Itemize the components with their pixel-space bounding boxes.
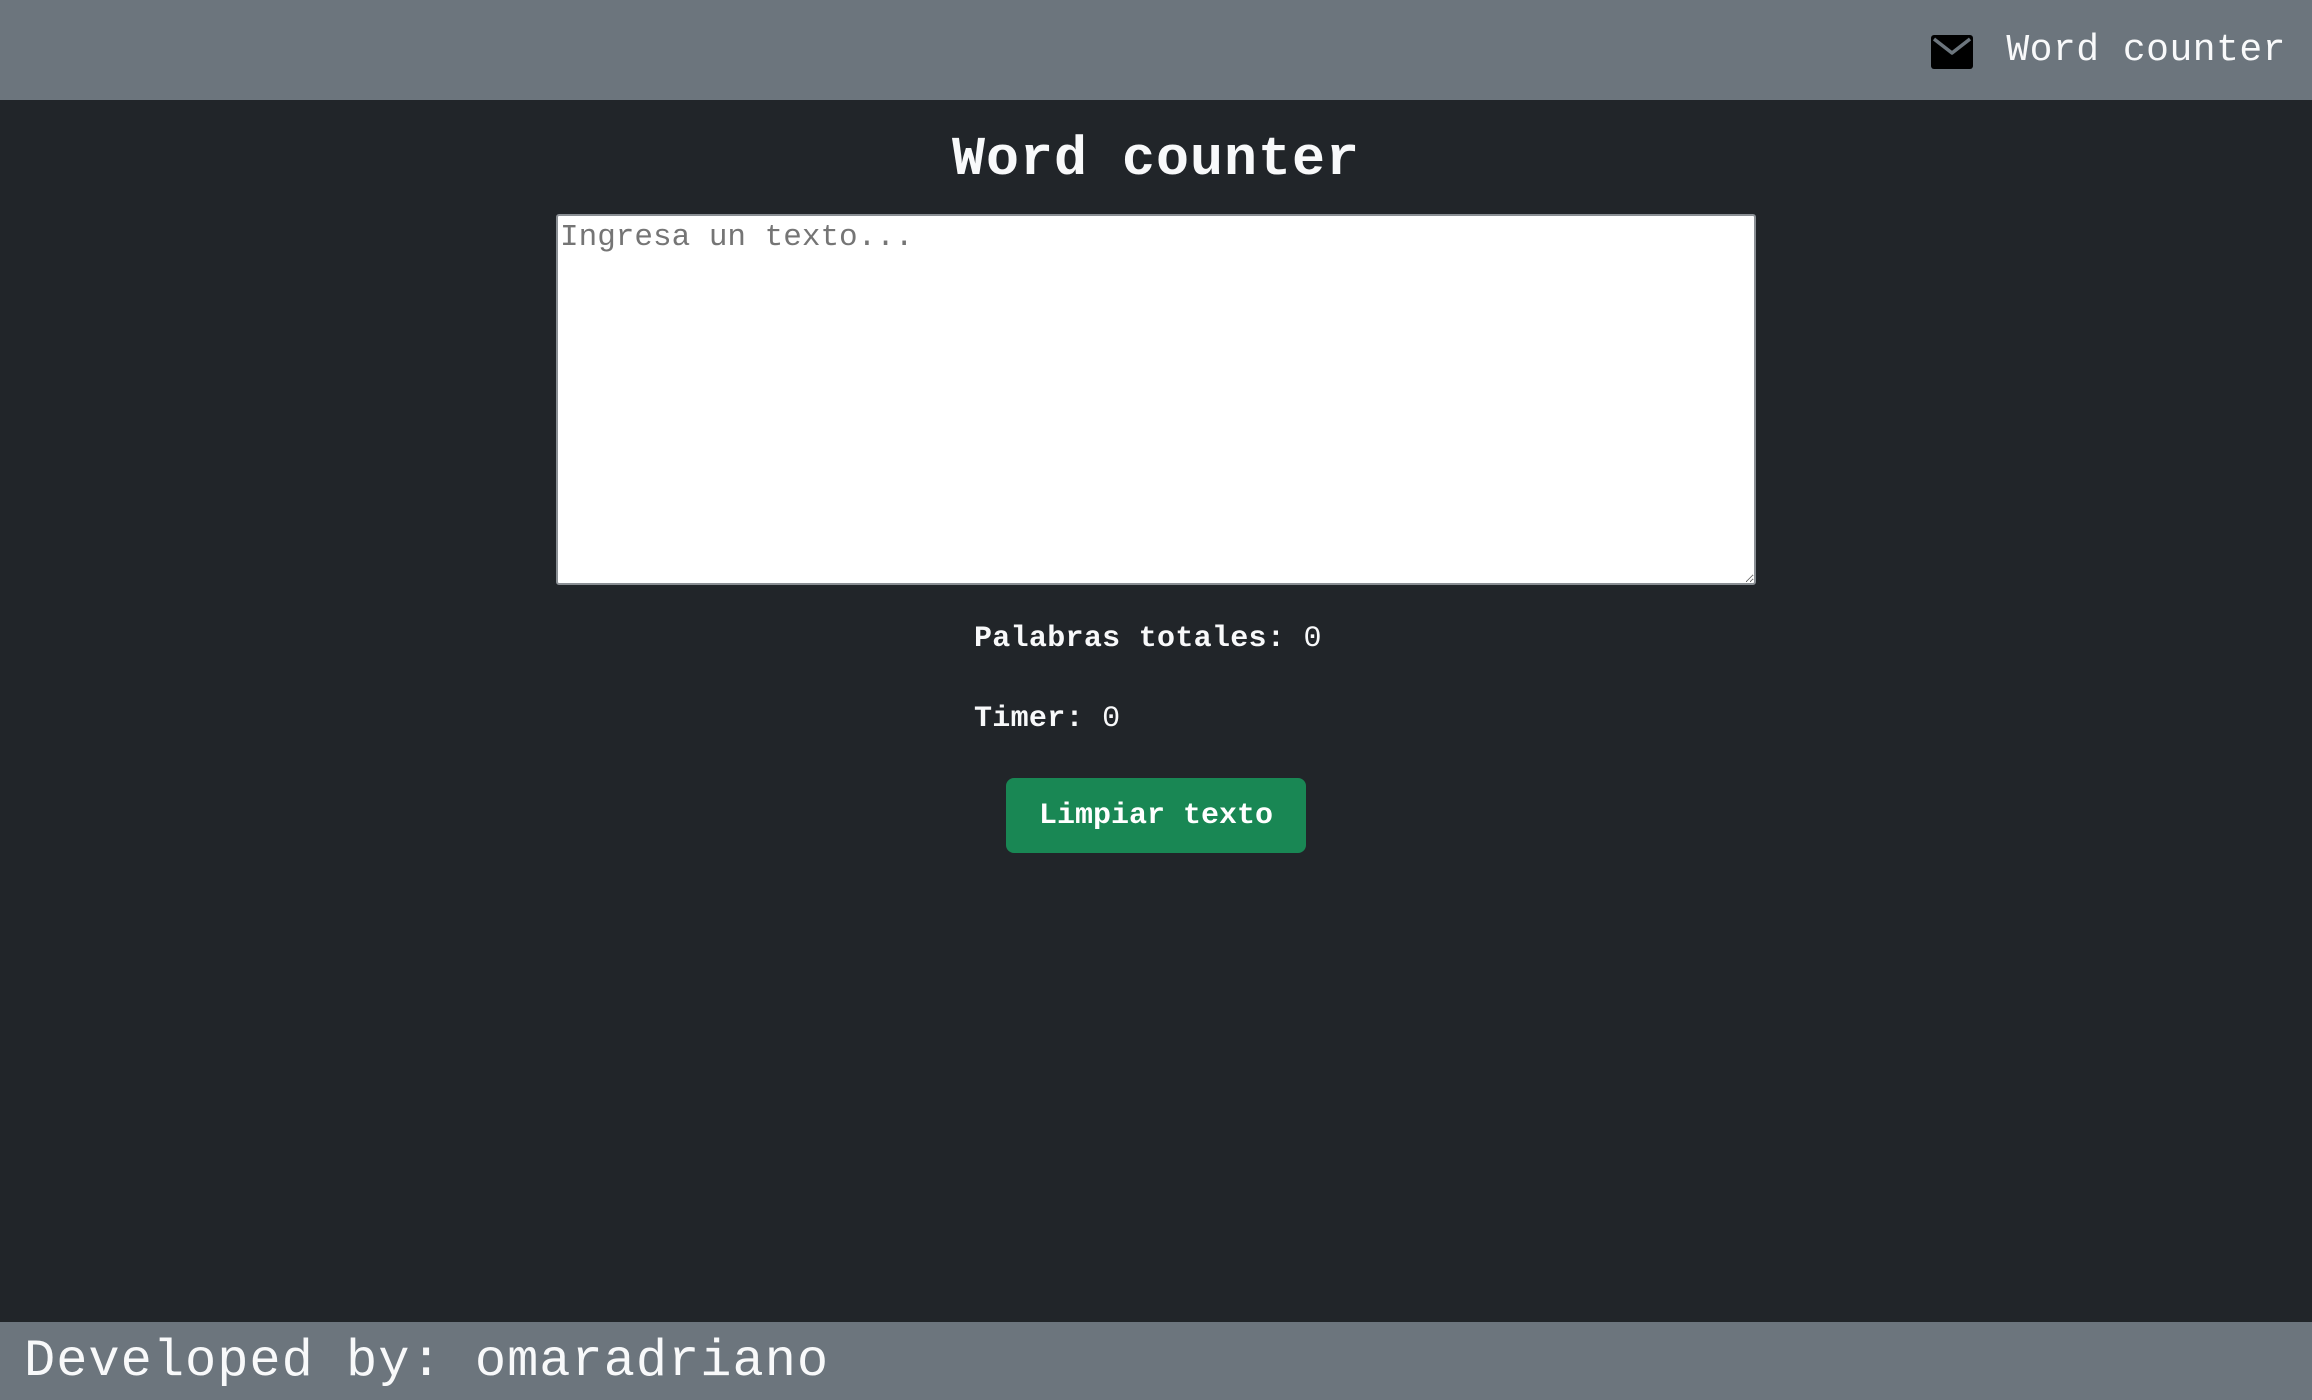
word-count-label: Palabras totales:: [974, 622, 1286, 656]
text-input[interactable]: [556, 214, 1756, 585]
page-title: Word counter: [951, 128, 1361, 191]
footer-credit: Developed by: omaradriano: [24, 1331, 830, 1391]
top-navbar: Word counter: [0, 0, 2312, 100]
mail-icon[interactable]: [1930, 30, 1974, 74]
timer-label: Timer:: [974, 702, 1084, 736]
word-count-value: 0: [1303, 622, 1322, 656]
clear-text-button[interactable]: Limpiar texto: [1006, 778, 1306, 853]
navbar-brand[interactable]: Word counter: [2006, 29, 2286, 72]
word-count-display: Palabras totales: 0: [974, 622, 1322, 656]
timer-value: 0: [1102, 702, 1121, 736]
timer-display: Timer: 0: [974, 702, 1120, 736]
footer: Developed by: omaradriano: [0, 1322, 2312, 1400]
